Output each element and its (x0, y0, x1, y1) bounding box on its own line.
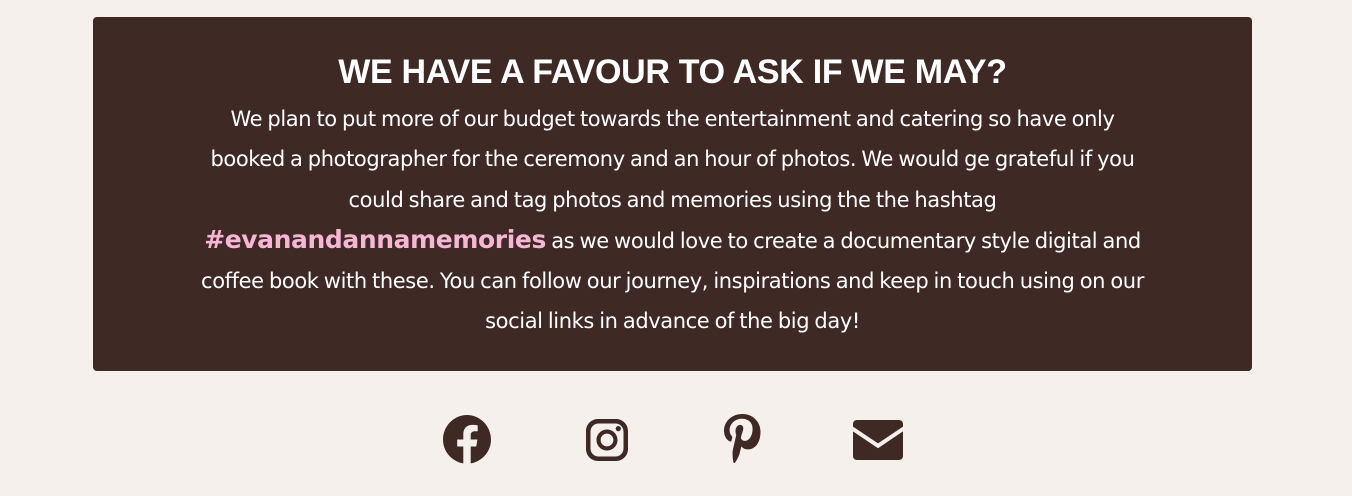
email-link[interactable] (852, 412, 904, 468)
favour-message-line-6: social links in advance of the big day! (485, 309, 860, 334)
hashtag-text: #evanandannamemories (204, 224, 546, 254)
favour-title: WE HAVE A FAVOUR TO ASK IF WE MAY? (338, 53, 1007, 91)
facebook-link[interactable] (442, 412, 492, 468)
email-icon (853, 420, 903, 460)
facebook-icon (443, 415, 491, 464)
favour-message: We plan to put more of our budget toward… (129, 99, 1216, 342)
favour-message-line-1: We plan to put more of our budget toward… (230, 107, 1115, 131)
instagram-icon (586, 419, 628, 461)
favour-message-line-5: coffee book with these. You can follow o… (201, 269, 1144, 294)
pinterest-link[interactable] (721, 412, 761, 468)
social-links (0, 412, 1352, 468)
favour-card: WE HAVE A FAVOUR TO ASK IF WE MAY? We pl… (93, 17, 1252, 371)
instagram-link[interactable] (585, 412, 629, 468)
favour-message-line-3: could share and tag photos and memories … (348, 187, 997, 212)
favour-message-line-4: as we would love to create a documentary… (545, 228, 1141, 253)
favour-message-line-2: booked a photographer for the ceremony a… (210, 147, 1135, 172)
pinterest-icon (724, 414, 761, 464)
